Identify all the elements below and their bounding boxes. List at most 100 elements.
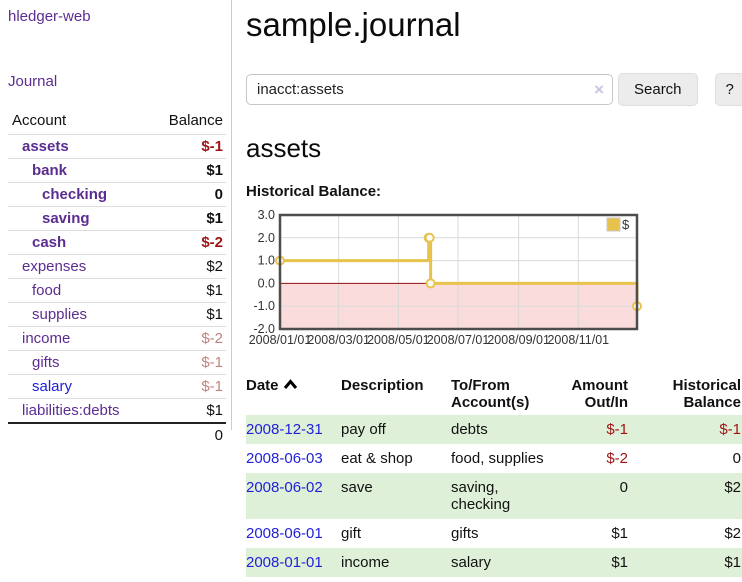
account-row: cash $-2	[8, 231, 226, 255]
transaction-amount: $1	[561, 548, 636, 577]
account-row: liabilities:debts $1	[8, 399, 226, 424]
transaction-accounts: debts	[451, 415, 561, 444]
chart-label: Historical Balance:	[246, 183, 742, 200]
register-header-row: Date Description To/From Account(s) Amou…	[246, 373, 742, 415]
accounts-total-balance: 0	[149, 423, 226, 447]
search-form: × Search ?	[246, 73, 742, 106]
account-link[interactable]: income	[22, 330, 70, 347]
register-header-date[interactable]: Date	[246, 373, 341, 415]
account-row: gifts $-1	[8, 351, 226, 375]
account-link[interactable]: checking	[42, 186, 107, 203]
account-row: checking 0	[8, 183, 226, 207]
register-row: 2008-06-02 save saving, checking 0 $2	[246, 473, 742, 519]
account-row: supplies $1	[8, 303, 226, 327]
app-layout: hledger-web Journal Account Balance asse…	[0, 0, 742, 577]
account-balance: $1	[149, 159, 226, 183]
transaction-balance: $-1	[636, 415, 742, 444]
register-header-accounts: To/From Account(s)	[451, 373, 561, 415]
svg-text:$: $	[622, 217, 630, 232]
register-header-date-label: Date	[246, 377, 279, 394]
account-row: saving $1	[8, 207, 226, 231]
account-balance: $1	[149, 207, 226, 231]
app-title-link[interactable]: hledger-web	[8, 8, 91, 25]
transaction-accounts: salary	[451, 548, 561, 577]
balance-chart-svg[interactable]: $3.02.01.00.0-1.0-2.02008/01/012008/03/0…	[246, 207, 742, 352]
svg-text:2008/05/01: 2008/05/01	[367, 333, 430, 347]
transaction-accounts: food, supplies	[451, 444, 561, 473]
account-heading: assets	[246, 133, 742, 164]
account-row: income $-2	[8, 327, 226, 351]
sort-asc-icon	[283, 379, 298, 390]
transaction-accounts: gifts	[451, 519, 561, 548]
search-input-wrap: ×	[246, 74, 613, 105]
accounts-total-row: 0	[8, 423, 226, 447]
svg-text:2008/11/01: 2008/11/01	[547, 333, 609, 347]
account-balance: $1	[149, 399, 226, 424]
accounts-table: Account Balance assets $-1 bank $1 check…	[8, 110, 226, 447]
account-link[interactable]: gifts	[32, 354, 60, 371]
account-row: assets $-1	[8, 135, 226, 159]
svg-text:-1.0: -1.0	[253, 299, 275, 313]
transaction-amount: $1	[561, 519, 636, 548]
transaction-balance: $2	[636, 519, 742, 548]
accounts-total-spacer	[8, 423, 149, 447]
page-title: sample.journal	[246, 6, 742, 44]
account-link[interactable]: salary	[32, 378, 72, 395]
transaction-date-link[interactable]: 2008-06-03	[246, 450, 323, 467]
account-link[interactable]: bank	[32, 162, 67, 179]
register-row: 2008-12-31 pay off debts $-1 $-1	[246, 415, 742, 444]
svg-text:2008/03/01: 2008/03/01	[307, 333, 370, 347]
accounts-table-header: Account Balance	[8, 110, 226, 135]
account-row: bank $1	[8, 159, 226, 183]
account-link[interactable]: liabilities:debts	[22, 402, 120, 419]
register-header-amount: Amount Out/In	[561, 373, 636, 415]
account-balance: $-1	[149, 351, 226, 375]
transaction-date-link[interactable]: 2008-12-31	[246, 421, 323, 438]
account-balance: $-2	[149, 327, 226, 351]
accounts-header-account: Account	[8, 110, 149, 135]
account-link[interactable]: food	[32, 282, 61, 299]
svg-text:3.0: 3.0	[258, 208, 275, 222]
register-header-description: Description	[341, 373, 451, 415]
account-row: expenses $2	[8, 255, 226, 279]
register-row: 2008-06-03 eat & shop food, supplies $-2…	[246, 444, 742, 473]
transaction-description: gift	[341, 519, 451, 548]
transaction-amount: $-2	[561, 444, 636, 473]
clear-search-icon[interactable]: ×	[594, 80, 604, 100]
accounts-header-balance: Balance	[149, 110, 226, 135]
accounts-table-body: assets $-1 bank $1 checking 0 saving $1 …	[8, 135, 226, 424]
svg-text:2008/01/01: 2008/01/01	[249, 333, 312, 347]
register-table-body: 2008-12-31 pay off debts $-1 $-1 2008-06…	[246, 415, 742, 577]
account-balance: $-1	[149, 375, 226, 399]
register-header-balance: Historical Balance	[636, 373, 742, 415]
help-button[interactable]: ?	[715, 73, 742, 106]
account-balance: $1	[149, 303, 226, 327]
transaction-description: eat & shop	[341, 444, 451, 473]
transaction-balance: $1	[636, 548, 742, 577]
account-link[interactable]: assets	[22, 138, 69, 155]
sidebar-item-journal[interactable]: Journal	[8, 73, 57, 90]
account-balance: $1	[149, 279, 226, 303]
account-link[interactable]: supplies	[32, 306, 87, 323]
account-balance: $-2	[149, 231, 226, 255]
transaction-balance: $2	[636, 473, 742, 519]
svg-text:1.0: 1.0	[258, 254, 275, 268]
transaction-date-link[interactable]: 2008-06-02	[246, 479, 323, 496]
svg-text:2008/09/01: 2008/09/01	[487, 333, 550, 347]
transaction-description: income	[341, 548, 451, 577]
transaction-accounts: saving, checking	[451, 473, 561, 519]
transaction-date-link[interactable]: 2008-06-01	[246, 525, 323, 542]
register-table: Date Description To/From Account(s) Amou…	[246, 373, 742, 577]
search-button[interactable]: Search	[618, 73, 698, 106]
transaction-amount: 0	[561, 473, 636, 519]
transaction-date-link[interactable]: 2008-01-01	[246, 554, 323, 571]
historical-balance-chart: $3.02.01.00.0-1.0-2.02008/01/012008/03/0…	[246, 207, 742, 352]
account-row: food $1	[8, 279, 226, 303]
svg-text:2008/07/01: 2008/07/01	[427, 333, 490, 347]
account-balance: 0	[149, 183, 226, 207]
search-input[interactable]	[246, 74, 613, 105]
account-link[interactable]: cash	[32, 234, 66, 251]
register-row: 2008-06-01 gift gifts $1 $2	[246, 519, 742, 548]
account-link[interactable]: saving	[42, 210, 90, 227]
account-link[interactable]: expenses	[22, 258, 86, 275]
